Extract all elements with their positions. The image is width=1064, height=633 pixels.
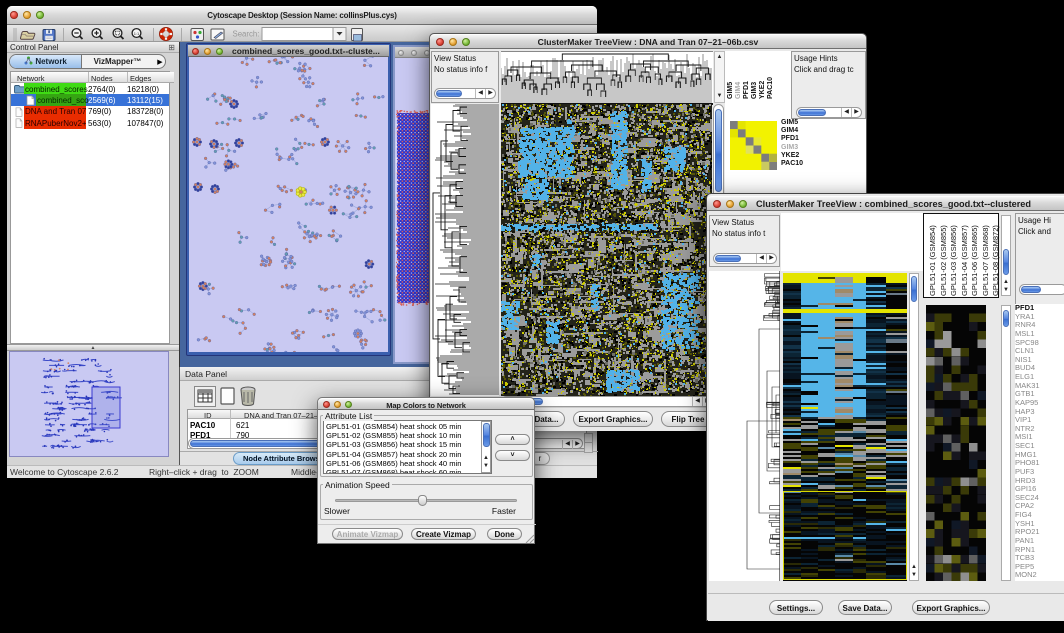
svg-text:1:1: 1:1	[134, 31, 140, 36]
svg-text:Search:: Search:	[233, 30, 260, 39]
